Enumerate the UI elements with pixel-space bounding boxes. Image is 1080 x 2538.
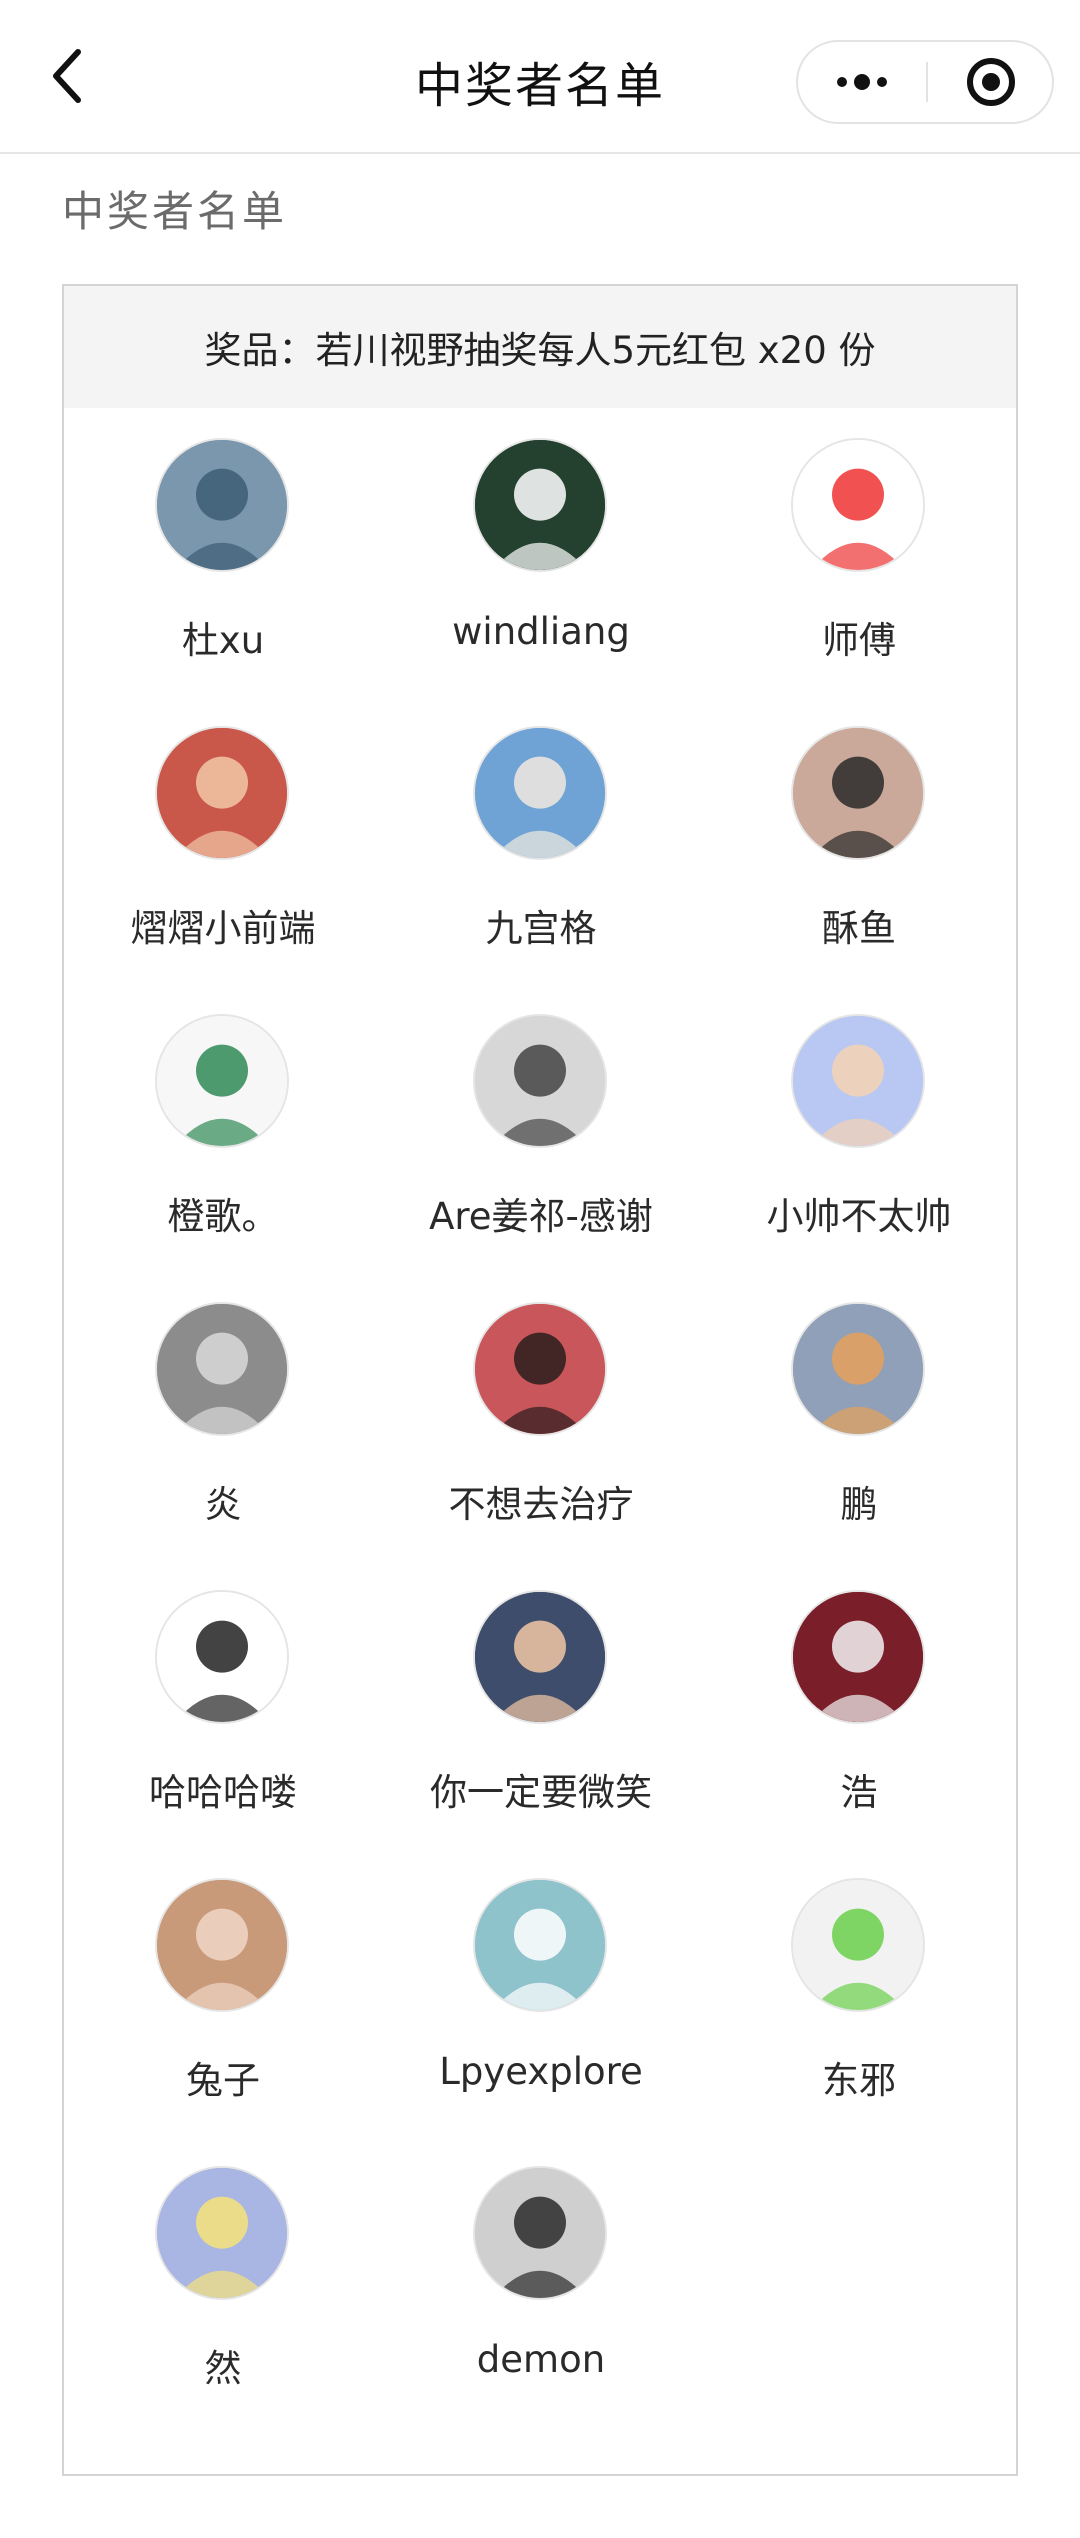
- winner-name: Are姜祁-感谢: [429, 1195, 653, 1238]
- avatar: [473, 2166, 607, 2300]
- winner-name: 东邪: [822, 2059, 896, 2102]
- winner-name: 橙歌。: [167, 1195, 279, 1238]
- avatar: [155, 1302, 289, 1436]
- avatar: [473, 1590, 607, 1724]
- winner-item: 鹏: [700, 1272, 1018, 1560]
- winner-name: 然: [204, 2347, 242, 2390]
- winner-item: 炎: [64, 1272, 382, 1560]
- mini-program-capsule: [796, 40, 1054, 124]
- winner-name: 酥鱼: [822, 907, 896, 950]
- winner-name: 九宫格: [485, 907, 597, 950]
- winner-name: 杜xu: [181, 619, 265, 662]
- avatar: [791, 1878, 925, 2012]
- avatar: [155, 2166, 289, 2300]
- winner-name: 小帅不太帅: [766, 1195, 952, 1238]
- avatar: [791, 1590, 925, 1724]
- winners-card: 奖品：若川视野抽奖每人5元红包 x20 份 杜xu windliang 师傅熠熠小前…: [62, 284, 1018, 2476]
- winner-item: 兔子: [64, 1848, 382, 2136]
- winner-item: 酥鱼: [700, 696, 1018, 984]
- winner-name: 不想去治疗: [448, 1483, 634, 1526]
- winner-item: 不想去治疗: [382, 1272, 700, 1560]
- avatar: [155, 1590, 289, 1724]
- avatar: [473, 438, 607, 572]
- close-mini-program-button[interactable]: [928, 42, 1054, 122]
- winner-name: 师傅: [822, 619, 896, 662]
- winner-name: 熠熠小前端: [130, 907, 316, 950]
- winner-name: 浩: [840, 1771, 878, 1814]
- winner-name: 哈哈哈喽: [149, 1771, 297, 1814]
- avatar: [473, 1878, 607, 2012]
- winner-item: demon: [382, 2136, 700, 2424]
- avatar: [473, 726, 607, 860]
- winner-item: 浩: [700, 1560, 1018, 1848]
- avatar: [791, 726, 925, 860]
- avatar: [473, 1302, 607, 1436]
- winner-name: Lpyexplore: [439, 2050, 643, 2093]
- winner-item: Lpyexplore: [382, 1848, 700, 2136]
- winner-item: windliang: [382, 408, 700, 696]
- winner-item: 熠熠小前端: [64, 696, 382, 984]
- winner-name: 鹏: [840, 1483, 878, 1526]
- more-button[interactable]: [798, 42, 926, 122]
- winner-name: 炎: [204, 1483, 242, 1526]
- winner-item: 你一定要微笑: [382, 1560, 700, 1848]
- winner-name: demon: [476, 2338, 606, 2381]
- avatar: [155, 1014, 289, 1148]
- winner-item: 小帅不太帅: [700, 984, 1018, 1272]
- winner-item: 橙歌。: [64, 984, 382, 1272]
- section-label: 中奖者名单: [62, 187, 288, 236]
- winner-item: 杜xu: [64, 408, 382, 696]
- winner-name: windliang: [452, 610, 630, 653]
- avatar: [155, 726, 289, 860]
- winner-item: Are姜祁-感谢: [382, 984, 700, 1272]
- more-dots-icon: [837, 74, 887, 90]
- winner-name: 兔子: [186, 2059, 260, 2102]
- winner-item: 九宫格: [382, 696, 700, 984]
- avatar: [473, 1014, 607, 1148]
- avatar: [791, 1302, 925, 1436]
- winner-name: 你一定要微笑: [430, 1771, 652, 1814]
- avatar: [791, 1014, 925, 1148]
- avatar: [155, 1878, 289, 2012]
- winner-item: 师傅: [700, 408, 1018, 696]
- avatar: [155, 438, 289, 572]
- prize-banner: 奖品：若川视野抽奖每人5元红包 x20 份: [64, 286, 1016, 408]
- target-close-icon: [967, 58, 1015, 106]
- nav-bar: 中奖者名单: [0, 0, 1080, 154]
- avatar: [791, 438, 925, 572]
- winner-item: 东邪: [700, 1848, 1018, 2136]
- winner-item: 然: [64, 2136, 382, 2424]
- winner-item: 哈哈哈喽: [64, 1560, 382, 1848]
